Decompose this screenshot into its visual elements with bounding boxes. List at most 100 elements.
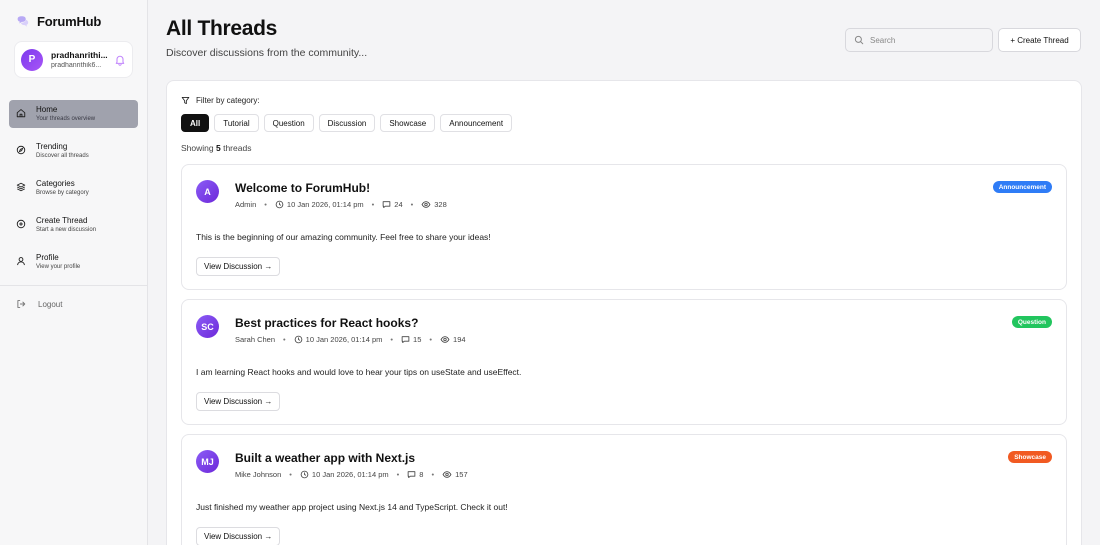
separator: • [371, 200, 375, 209]
sidebar-item-label: Categories [36, 179, 75, 188]
thread-card: A Welcome to ForumHub! Admin • 10 Jan 20… [181, 164, 1067, 290]
category-badge: Question [1011, 316, 1052, 328]
brand[interactable]: ForumHub [16, 14, 101, 29]
category-badge: Showcase [1008, 451, 1052, 463]
view-discussion-button[interactable]: View Discussion → [196, 392, 281, 411]
author-name: Mike Johnson [235, 470, 282, 479]
view-count: 328 [434, 200, 447, 209]
brand-name: ForumHub [37, 14, 102, 29]
thread-count-prefix: Showing [181, 143, 214, 153]
clock-icon [275, 200, 284, 209]
separator: • [289, 470, 292, 479]
filter-title: Filter by category: [196, 96, 260, 105]
thread-excerpt: Just finished my weather app project usi… [196, 502, 508, 512]
chip-all[interactable]: All [181, 114, 210, 132]
chip-question[interactable]: Question [263, 114, 314, 132]
threads-panel: Filter by category: All Tutorial Questio… [166, 80, 1082, 545]
home-icon [16, 109, 26, 118]
thread-count-value: 5 [215, 143, 221, 153]
compass-icon [16, 145, 26, 155]
user-icon [17, 257, 25, 266]
view-discussion-button[interactable]: View Discussion → [196, 257, 281, 276]
author-name: Admin [235, 200, 257, 209]
thread-excerpt: I am learning React hooks and would love… [196, 367, 522, 377]
thread-meta: Mike Johnson • 10 Jan 2026, 01:14 pm • 8… [235, 470, 468, 479]
view-count: 157 [455, 470, 468, 479]
sidebar-item-sublabel: Discover all threads [36, 153, 89, 159]
sidebar-item-label: Trending [36, 142, 68, 151]
sidebar-item-profile[interactable]: Profile View your profile [9, 248, 138, 276]
thread-card: SC Best practices for React hooks? Sarah… [181, 299, 1067, 425]
filter-header: Filter by category: [181, 96, 260, 105]
view-count: 194 [453, 335, 466, 344]
comment-count: 8 [419, 470, 424, 479]
sidebar-item-sublabel: Your threads overview [36, 116, 96, 122]
thread-date: 10 Jan 2026, 01:14 pm [286, 200, 364, 209]
chat-bubbles-logo-icon [17, 16, 29, 27]
user-card[interactable]: P pradhanrithi... pradhanrithik6... [14, 41, 133, 78]
chip-discussion[interactable]: Discussion [318, 114, 376, 132]
author-avatar: A [196, 180, 219, 203]
separator: • [283, 335, 286, 344]
thread-card: MJ Built a weather app with Next.js Mike… [181, 434, 1067, 545]
user-email: pradhanrithik6... [51, 62, 102, 69]
comment-icon [382, 201, 391, 209]
plus-circle-icon [16, 219, 26, 229]
search-icon [854, 35, 864, 45]
thread-meta: Sarah Chen • 10 Jan 2026, 01:14 pm • 15 … [235, 335, 466, 344]
view-discussion-button[interactable]: View Discussion → [196, 527, 281, 545]
search-input[interactable] [870, 35, 980, 45]
logout-icon [17, 300, 26, 308]
user-name: pradhanrithi... [51, 50, 108, 60]
thread-meta: Admin • 10 Jan 2026, 01:14 pm • 24 • 328 [235, 200, 447, 209]
clock-icon [294, 335, 302, 344]
separator: • [396, 470, 400, 479]
author-avatar: SC [196, 315, 219, 338]
eye-icon [442, 471, 452, 478]
sidebar-item-label: Home [36, 105, 58, 114]
layers-icon [16, 182, 26, 192]
separator: • [431, 470, 435, 479]
thread-title[interactable]: Welcome to ForumHub! [235, 181, 370, 195]
thread-excerpt: This is the beginning of our amazing com… [196, 232, 491, 242]
chip-tutorial[interactable]: Tutorial [214, 114, 259, 132]
search-box[interactable] [845, 28, 993, 52]
comment-count: 24 [394, 200, 403, 209]
thread-count: Showing 5 threads [181, 143, 251, 153]
filter-icon [181, 96, 190, 105]
category-chips: All Tutorial Question Discussion Showcas… [181, 114, 513, 132]
sidebar-item-categories[interactable]: Categories Browse by category [9, 174, 138, 202]
create-thread-button[interactable]: + Create Thread [998, 28, 1081, 52]
thread-count-suffix: threads [223, 143, 252, 153]
author-avatar: MJ [196, 450, 219, 473]
sidebar: ForumHub P pradhanrithi... pradhanrithik… [0, 0, 148, 545]
logout-label: Logout [38, 299, 63, 309]
sidebar-item-home[interactable]: Home Your threads overview [9, 100, 138, 128]
thread-date: 10 Jan 2026, 01:14 pm [305, 335, 383, 344]
thread-date: 10 Jan 2026, 01:14 pm [311, 470, 389, 479]
comment-icon [408, 471, 416, 479]
user-avatar: P [21, 48, 43, 71]
sidebar-item-sublabel: Start a new discussion [36, 227, 97, 233]
sidebar-item-trending[interactable]: Trending Discover all threads [9, 137, 138, 165]
bell-icon[interactable] [114, 54, 126, 66]
logout-button[interactable]: Logout [16, 299, 62, 309]
sidebar-divider [0, 285, 147, 286]
sidebar-item-sublabel: Browse by category [36, 190, 89, 196]
author-name: Sarah Chen [235, 335, 276, 344]
comment-icon [401, 336, 410, 344]
page-subtitle: Discover discussions from the community.… [166, 47, 368, 59]
comment-count: 15 [413, 335, 422, 344]
thread-title[interactable]: Built a weather app with Next.js [235, 451, 415, 465]
separator: • [264, 200, 267, 209]
separator: • [390, 335, 394, 344]
clock-icon [300, 470, 309, 479]
page-title: All Threads [166, 17, 278, 40]
eye-icon [421, 201, 431, 208]
sidebar-item-label: Profile [36, 253, 59, 262]
chip-showcase[interactable]: Showcase [380, 114, 436, 132]
chip-announcement[interactable]: Announcement [440, 114, 513, 132]
eye-icon [440, 336, 450, 343]
sidebar-item-create-thread[interactable]: Create Thread Start a new discussion [9, 211, 138, 239]
thread-title[interactable]: Best practices for React hooks? [235, 316, 418, 330]
